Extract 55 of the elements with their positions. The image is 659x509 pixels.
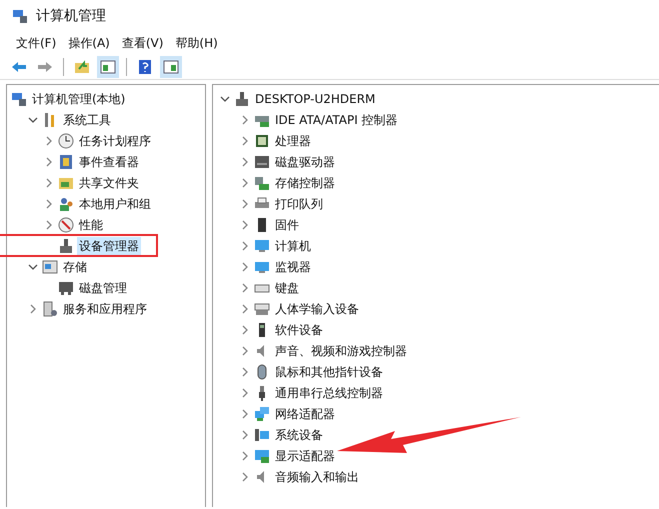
tree-item[interactable]: 服务和应用程序 xyxy=(61,300,149,318)
tree-item[interactable]: 事件查看器 xyxy=(77,152,141,170)
tree-item[interactable]: 人体学输入设备 xyxy=(273,300,361,318)
display-icon xyxy=(254,448,270,464)
tree-item[interactable]: 系统设备 xyxy=(273,426,325,444)
panel-icon[interactable] xyxy=(160,56,182,78)
users-icon xyxy=(58,196,74,212)
tree-item[interactable]: 键盘 xyxy=(273,278,301,296)
tree-item[interactable]: 固件 xyxy=(273,216,301,234)
tree-item[interactable]: 计算机管理(本地) xyxy=(30,90,128,108)
tree-item[interactable]: 性能 xyxy=(77,216,105,234)
tree-item[interactable]: 本地用户和组 xyxy=(77,194,153,212)
gauge-icon xyxy=(58,216,74,232)
tree-item[interactable]: 设备管理器 xyxy=(77,236,141,254)
tree-item[interactable]: 通用串行总线控制器 xyxy=(273,384,385,402)
computer-icon xyxy=(254,426,270,442)
menu-item[interactable]: 查看(V) xyxy=(116,34,170,52)
tree-item[interactable]: 处理器 xyxy=(273,132,313,150)
tree-item[interactable]: 打印队列 xyxy=(273,194,325,212)
controller-icon xyxy=(254,174,270,190)
tree-item[interactable]: 显示适配器 xyxy=(273,446,337,464)
window-title: 计算机管理 xyxy=(36,6,106,26)
services-icon xyxy=(42,300,58,316)
device-icon xyxy=(58,238,74,254)
device-icon xyxy=(234,90,250,106)
tree-item[interactable]: 磁盘驱动器 xyxy=(273,152,337,170)
menu-item[interactable]: 文件(F) xyxy=(10,34,62,52)
tree-item[interactable]: 系统工具 xyxy=(61,110,113,128)
network-icon xyxy=(254,406,270,422)
disk-icon xyxy=(58,280,74,296)
tree-item[interactable]: 音频输入和输出 xyxy=(273,468,361,486)
clock-icon xyxy=(58,132,74,148)
app-icon xyxy=(12,8,28,24)
tree-item[interactable]: 磁盘管理 xyxy=(77,278,129,296)
tree-item[interactable]: 存储 xyxy=(61,258,89,276)
tree-item[interactable]: DESKTOP-U2HDERM xyxy=(253,90,378,108)
tree-item[interactable]: 计算机 xyxy=(273,236,313,254)
chip-icon xyxy=(254,132,270,148)
tree-item[interactable]: 监视器 xyxy=(273,258,313,276)
log-icon xyxy=(58,154,74,170)
tree-item[interactable]: 软件设备 xyxy=(273,320,325,338)
tree-item[interactable]: 存储控制器 xyxy=(273,174,337,192)
storage-icon xyxy=(42,258,58,274)
monitor-icon xyxy=(254,238,270,254)
tree-item[interactable]: 共享文件夹 xyxy=(77,174,141,192)
menu-item[interactable]: 操作(A) xyxy=(62,34,116,52)
tree-item[interactable]: 鼠标和其他指针设备 xyxy=(273,362,385,380)
menu-item[interactable]: 帮助(H) xyxy=(169,34,224,52)
tree-item[interactable]: 网络适配器 xyxy=(273,404,337,422)
panel-icon[interactable] xyxy=(97,56,119,78)
computer-icon xyxy=(11,90,27,106)
tree-item[interactable]: IDE ATA/ATAPI 控制器 xyxy=(273,110,400,128)
keyboard-icon xyxy=(254,300,270,316)
tree-item[interactable]: 任务计划程序 xyxy=(77,132,153,150)
tree-item[interactable]: 声音、视频和游戏控制器 xyxy=(273,342,409,360)
